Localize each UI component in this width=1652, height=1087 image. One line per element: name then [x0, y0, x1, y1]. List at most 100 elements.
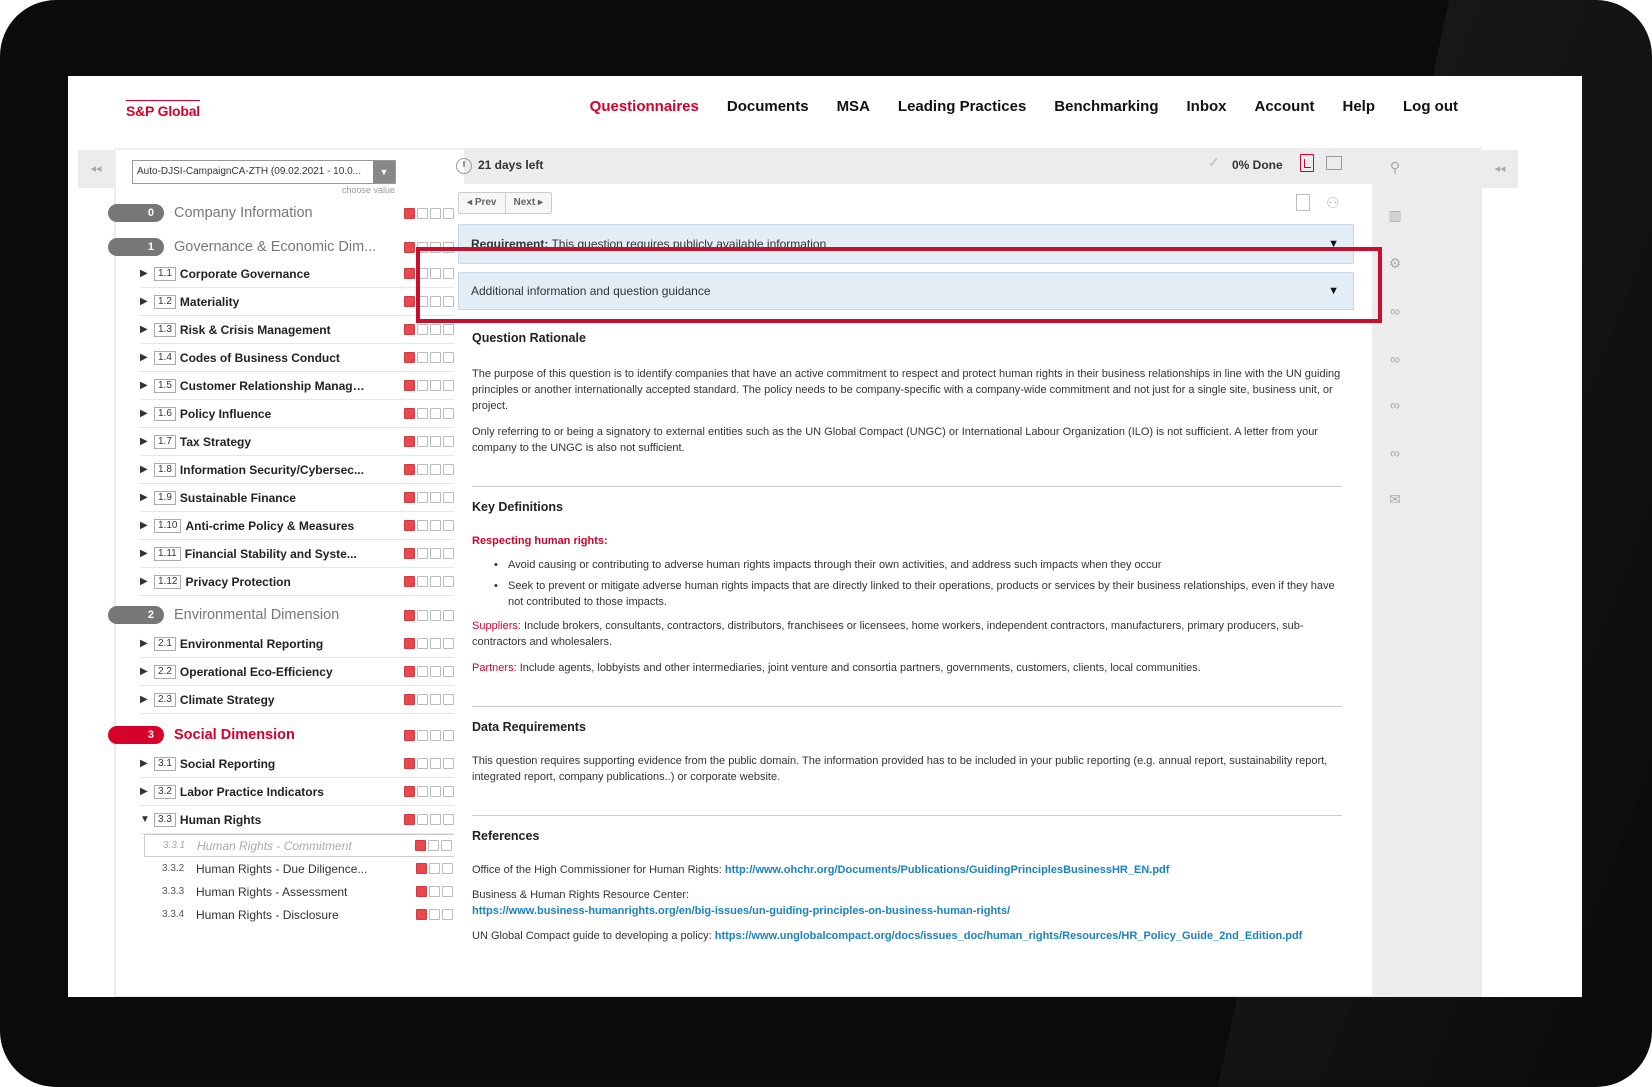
definitions-title: Key Definitions: [472, 500, 563, 514]
question-item[interactable]: 3.3.3 Human Rights - Assessment: [144, 880, 474, 903]
reference-item: UN Global Compact guide to developing a …: [472, 930, 1303, 942]
question-item[interactable]: 3.3.4 Human Rights - Disclosure: [144, 903, 474, 926]
definition-text: Include brokers, consultants, contractor…: [472, 620, 1304, 648]
criterion-item[interactable]: ▶ 1.3 Risk & Crisis Management: [140, 316, 462, 344]
criterion-item[interactable]: ▶ 1.11 Financial Stability and Syste...: [140, 540, 462, 568]
criterion-item[interactable]: ▶ 3.1 Social Reporting: [140, 750, 462, 778]
collapse-sidebar-button[interactable]: ◂◂: [78, 150, 114, 188]
check-icon: ✓: [1208, 154, 1220, 170]
gear-icon[interactable]: ⚙: [1386, 254, 1404, 272]
criterion-item[interactable]: ▶ 1.12 Privacy Protection: [140, 568, 462, 596]
prev-button[interactable]: ◂ Prev: [459, 193, 505, 213]
data-requirements-title: Data Requirements: [472, 720, 586, 734]
progress-squares: [404, 380, 454, 391]
criterion-item[interactable]: ▶ 1.8 Information Security/Cybersec...: [140, 456, 462, 484]
dimension-item-active[interactable]: 3 Social Dimension: [108, 720, 462, 750]
mail-icon[interactable]: ✉: [1386, 490, 1404, 508]
criterion-item[interactable]: ▶ 2.2 Operational Eco-Efficiency: [140, 658, 462, 686]
nav-msa[interactable]: MSA: [823, 98, 884, 115]
criterion-item[interactable]: ▶ 2.3 Climate Strategy: [140, 686, 462, 714]
reference-link[interactable]: https://www.unglobalcompact.org/docs/iss…: [715, 930, 1303, 942]
nav-questionnaires[interactable]: Questionnaires: [576, 98, 713, 115]
reference-link[interactable]: https://www.business-humanrights.org/en/…: [472, 905, 1010, 917]
dimension-label: Social Dimension: [174, 727, 295, 743]
criterion-label: Information Security/Cybersec...: [179, 462, 364, 477]
progress-squares: [404, 324, 454, 335]
nav-help[interactable]: Help: [1329, 98, 1390, 115]
link-icon[interactable]: ∞: [1386, 302, 1404, 320]
pager: ◂ Prev Next ▸: [458, 192, 552, 214]
definition-term: Partners:: [472, 662, 517, 674]
criterion-number: 1.4: [154, 350, 176, 365]
criterion-label: Sustainable Finance: [179, 490, 296, 505]
clock-icon: [456, 158, 472, 174]
criterion-item[interactable]: ▶ 2.1 Environmental Reporting: [140, 630, 462, 658]
progress-squares: [404, 576, 454, 587]
guidance-body: Question Rationale The purpose of this q…: [472, 330, 1342, 944]
criterion-number: 3.1: [154, 756, 176, 771]
criterion-item[interactable]: ▶ 1.4 Codes of Business Conduct: [140, 344, 462, 372]
link-icon[interactable]: ∞: [1386, 396, 1404, 414]
criterion-item[interactable]: ▶ 1.10 Anti-crime Policy & Measures: [140, 512, 462, 540]
link-icon[interactable]: ∞: [1386, 444, 1404, 462]
criterion-number: 1.8: [154, 462, 176, 477]
criterion-number: 2.1: [154, 636, 176, 651]
nav-documents[interactable]: Documents: [713, 98, 823, 115]
dimension-item[interactable]: 0 Company Information: [108, 198, 462, 228]
progress-squares: [404, 694, 454, 705]
criterion-label: Corporate Governance: [179, 266, 310, 281]
campaign-select[interactable]: Auto-DJSI-CampaignCA-ZTH (09.02.2021 - 1…: [132, 160, 396, 184]
progress-squares: [404, 352, 454, 363]
top-navigation: Questionnaires Documents MSA Leading Pra…: [576, 98, 1472, 115]
criterion-label: Human Rights: [179, 812, 262, 827]
partners-definition: Partners: Include agents, lobbyists and …: [472, 660, 1342, 676]
criterion-label: Tax Strategy: [179, 434, 252, 449]
question-item[interactable]: 3.3.2 Human Rights - Due Diligence...: [144, 857, 474, 880]
question-status-bar: 21 days left ✓ 0% Done: [454, 148, 1434, 184]
criterion-label: Policy Influence: [179, 406, 272, 421]
building-icon[interactable]: ▥: [1386, 206, 1404, 224]
criterion-item[interactable]: ▶ 1.2 Materiality: [140, 288, 462, 316]
suppliers-definition: Suppliers: Include brokers, consultants,…: [472, 618, 1342, 650]
criterion-item[interactable]: ▶ 3.2 Labor Practice Indicators: [140, 778, 462, 806]
nav-log-out[interactable]: Log out: [1389, 98, 1472, 115]
dimension-item[interactable]: 2 Environmental Dimension: [108, 600, 462, 630]
question-number: 3.3.2: [162, 863, 185, 874]
criterion-label: Financial Stability and Syste...: [184, 546, 357, 561]
user-icon[interactable]: ⚲: [1386, 158, 1404, 176]
link-icon[interactable]: ∞: [1386, 350, 1404, 368]
progress-squares: [404, 666, 454, 677]
collapse-rail-button[interactable]: ◂◂: [1482, 150, 1518, 188]
progress-squares: [404, 436, 454, 447]
next-button[interactable]: Next ▸: [504, 193, 552, 213]
pdf-icon[interactable]: [1300, 154, 1314, 172]
chevron-down-icon[interactable]: ▼: [373, 161, 395, 183]
criterion-item-expanded[interactable]: ▼ 3.3 Human Rights: [140, 806, 462, 834]
nav-account[interactable]: Account: [1241, 98, 1329, 115]
criterion-number: 1.9: [154, 490, 176, 505]
flag-icon[interactable]: [1326, 156, 1342, 170]
question-item-active[interactable]: 3.3.1 Human Rights - Commitment: [144, 834, 474, 857]
progress-squares: [404, 207, 454, 219]
criterion-number: 1.12: [154, 574, 182, 589]
criterion-item[interactable]: ▶ 1.7 Tax Strategy: [140, 428, 462, 456]
criterion-label: Environmental Reporting: [179, 636, 324, 651]
questionnaire-sidebar: Auto-DJSI-CampaignCA-ZTH (09.02.2021 - 1…: [108, 150, 474, 996]
criterion-number: 1.5: [154, 378, 176, 393]
nav-leading-practices[interactable]: Leading Practices: [884, 98, 1040, 115]
document-icon[interactable]: [1296, 194, 1310, 211]
nav-inbox[interactable]: Inbox: [1173, 98, 1241, 115]
definition-list: Avoid causing or contributing to adverse…: [472, 557, 1342, 610]
nav-benchmarking[interactable]: Benchmarking: [1040, 98, 1172, 115]
criterion-item[interactable]: ▶ 1.9 Sustainable Finance: [140, 484, 462, 512]
criterion-item[interactable]: ▶ 1.1 Corporate Governance: [140, 260, 462, 288]
criterion-number: 1.2: [154, 294, 176, 309]
progress-squares: [404, 729, 454, 741]
dimension-item[interactable]: 1 Governance & Economic Dim...: [108, 232, 462, 262]
criterion-item[interactable]: ▶ 1.5 Customer Relationship Manage...: [140, 372, 462, 400]
sp-global-logo[interactable]: S&P Global: [126, 100, 200, 119]
rationale-paragraph: The purpose of this question is to ident…: [472, 368, 1341, 412]
user-check-icon[interactable]: ⚇: [1326, 194, 1339, 212]
criterion-item[interactable]: ▶ 1.6 Policy Influence: [140, 400, 462, 428]
reference-link[interactable]: http://www.ohchr.org/Documents/Publicati…: [725, 864, 1170, 876]
